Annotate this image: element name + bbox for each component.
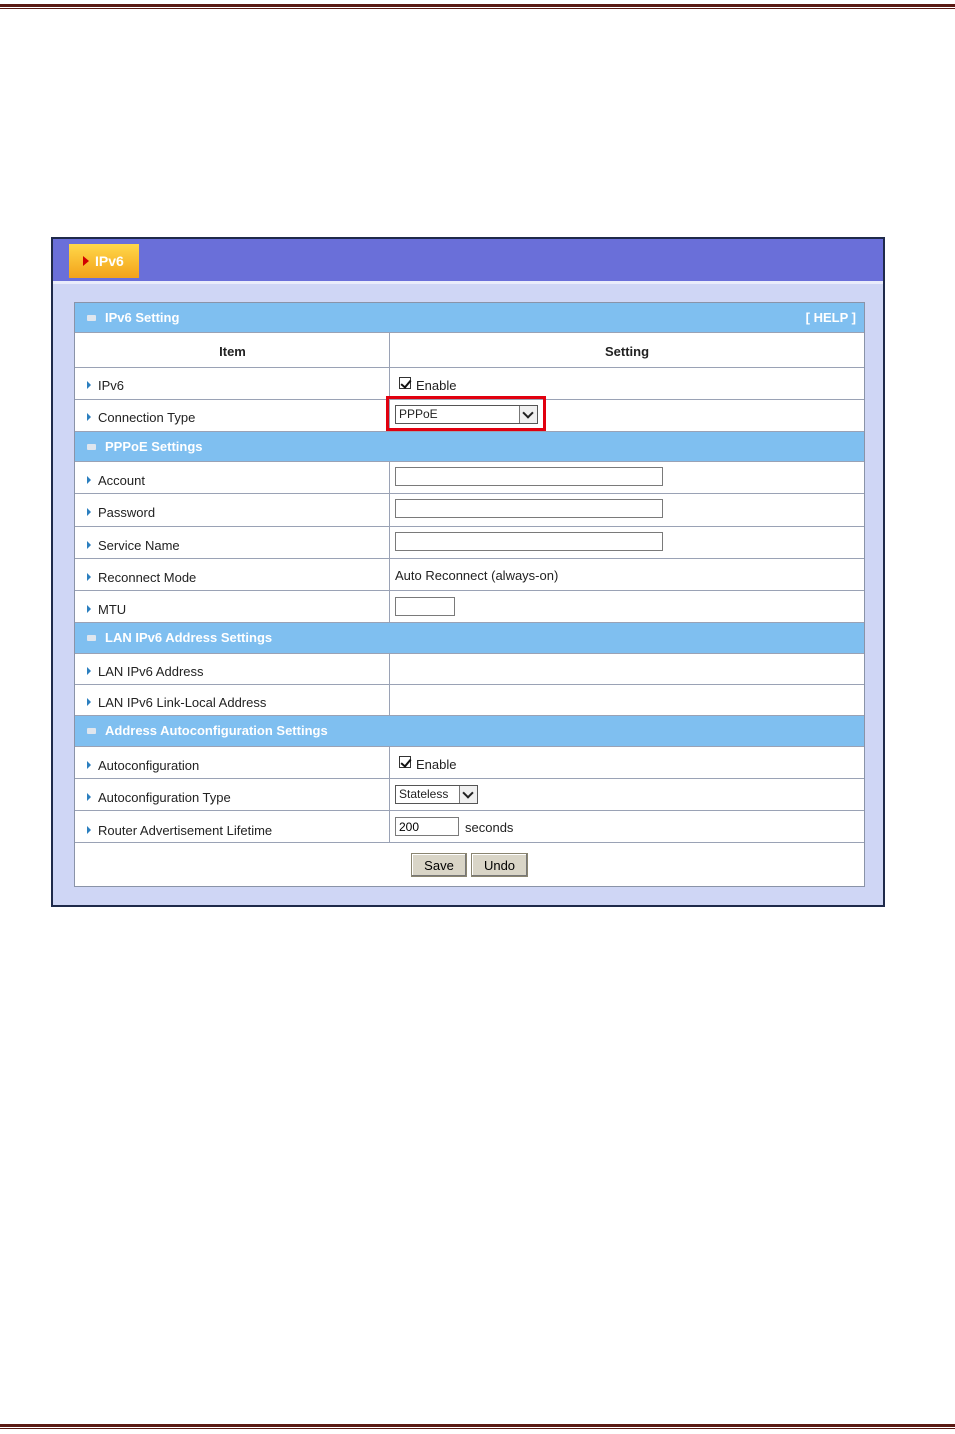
page-bottom-rule-thin xyxy=(0,1428,955,1429)
section-bullet-icon xyxy=(87,444,96,450)
row-arrow-icon xyxy=(87,605,91,613)
ra-lifetime-input[interactable] xyxy=(395,817,459,836)
table-header-row: Item Setting xyxy=(75,333,864,368)
lan-link-local-label: LAN IPv6 Link-Local Address xyxy=(98,695,267,710)
autoconfiguration-label: Autoconfiguration xyxy=(98,758,200,773)
password-label: Password xyxy=(98,505,156,520)
row-arrow-icon xyxy=(87,573,91,581)
table-row-lan-ipv6-address: LAN IPv6 Address xyxy=(75,654,864,685)
row-arrow-icon xyxy=(87,541,91,549)
table-row-lan-link-local: LAN IPv6 Link-Local Address xyxy=(75,685,864,716)
page-top-rule xyxy=(0,4,955,7)
ipv6-enable-checkbox[interactable] xyxy=(399,377,411,389)
save-button[interactable]: Save xyxy=(411,853,467,877)
table-row-ra-lifetime: Router Advertisement Lifetime seconds xyxy=(75,811,864,843)
row-arrow-icon xyxy=(87,826,91,834)
row-arrow-icon xyxy=(87,413,91,421)
section-title: PPPoE Settings xyxy=(105,439,203,454)
table-row-service-name: Service Name xyxy=(75,527,864,559)
section-ipv6-setting: IPv6 Setting [ HELP ] xyxy=(75,303,864,333)
autoconfiguration-enable-checkbox[interactable] xyxy=(399,756,411,768)
section-bullet-icon xyxy=(87,315,96,321)
page-bottom-rule xyxy=(0,1424,955,1427)
table-row-account: Account xyxy=(75,462,864,494)
connection-type-label: Connection Type xyxy=(98,410,196,425)
account-label: Account xyxy=(98,473,145,488)
section-bullet-icon xyxy=(87,635,96,641)
table-row-password: Password xyxy=(75,494,864,527)
account-input[interactable] xyxy=(395,467,663,486)
autoconfiguration-type-value: Stateless xyxy=(399,787,449,801)
section-title: Address Autoconfiguration Settings xyxy=(105,723,328,738)
reconnect-mode-label: Reconnect Mode xyxy=(98,570,197,585)
row-arrow-icon xyxy=(87,698,91,706)
tab-ipv6[interactable]: IPv6 xyxy=(69,244,139,278)
row-arrow-icon xyxy=(87,381,91,389)
undo-button[interactable]: Undo xyxy=(471,853,528,877)
caret-right-icon xyxy=(83,256,89,266)
row-arrow-icon xyxy=(87,761,91,769)
chevron-down-icon[interactable] xyxy=(519,406,537,423)
password-input[interactable] xyxy=(395,499,663,518)
column-header-item: Item xyxy=(219,344,246,359)
service-name-label: Service Name xyxy=(98,538,180,553)
button-row: Save Undo xyxy=(75,843,864,886)
service-name-input[interactable] xyxy=(395,532,663,551)
ra-lifetime-label: Router Advertisement Lifetime xyxy=(98,823,273,838)
table-row-connection-type: Connection Type PPPoE xyxy=(75,396,864,432)
lan-ipv6-address-label: LAN IPv6 Address xyxy=(98,664,204,679)
autoconfiguration-type-label: Autoconfiguration Type xyxy=(98,790,231,805)
title-bar-divider xyxy=(53,281,883,284)
reconnect-mode-value: Auto Reconnect (always-on) xyxy=(395,568,559,583)
ra-lifetime-unit: seconds xyxy=(465,820,514,835)
page-top-rule-thin xyxy=(0,8,955,9)
ipv6-label: IPv6 xyxy=(98,378,125,393)
table-row-autoconfiguration: Autoconfiguration Enable xyxy=(75,747,864,779)
connection-type-value: PPPoE xyxy=(399,407,438,421)
section-title: LAN IPv6 Address Settings xyxy=(105,630,273,645)
section-bullet-icon xyxy=(87,728,96,734)
section-address-autoconfiguration: Address Autoconfiguration Settings xyxy=(75,716,864,747)
row-arrow-icon xyxy=(87,667,91,675)
row-arrow-icon xyxy=(87,508,91,516)
table-row-autoconfiguration-type: Autoconfiguration Type Stateless xyxy=(75,779,864,811)
section-pppoe-settings: PPPoE Settings xyxy=(75,432,864,462)
row-arrow-icon xyxy=(87,793,91,801)
autoconfiguration-enable-label: Enable xyxy=(416,757,457,772)
ipv6-enable-label: Enable xyxy=(416,378,457,393)
ipv6-window: IPv6 IPv6 Setting [ HELP ] Item Setting … xyxy=(51,237,885,907)
table-row-reconnect-mode: Reconnect Mode Auto Reconnect (always-on… xyxy=(75,559,864,591)
table-row-mtu: MTU xyxy=(75,591,864,623)
section-lan-ipv6-address: LAN IPv6 Address Settings xyxy=(75,623,864,654)
mtu-input[interactable] xyxy=(395,597,455,616)
title-bar: IPv6 xyxy=(53,239,883,281)
connection-type-select[interactable]: PPPoE xyxy=(395,405,538,424)
help-link[interactable]: [ HELP ] xyxy=(806,310,856,325)
settings-table: IPv6 Setting [ HELP ] Item Setting IPv6 … xyxy=(74,302,865,887)
tab-ipv6-label: IPv6 xyxy=(95,253,124,269)
column-header-setting: Setting xyxy=(604,344,650,359)
row-arrow-icon xyxy=(87,476,91,484)
autoconfiguration-type-select[interactable]: Stateless xyxy=(395,785,478,804)
section-title: IPv6 Setting xyxy=(105,310,180,325)
chevron-down-icon[interactable] xyxy=(459,786,477,803)
mtu-label: MTU xyxy=(98,602,127,617)
